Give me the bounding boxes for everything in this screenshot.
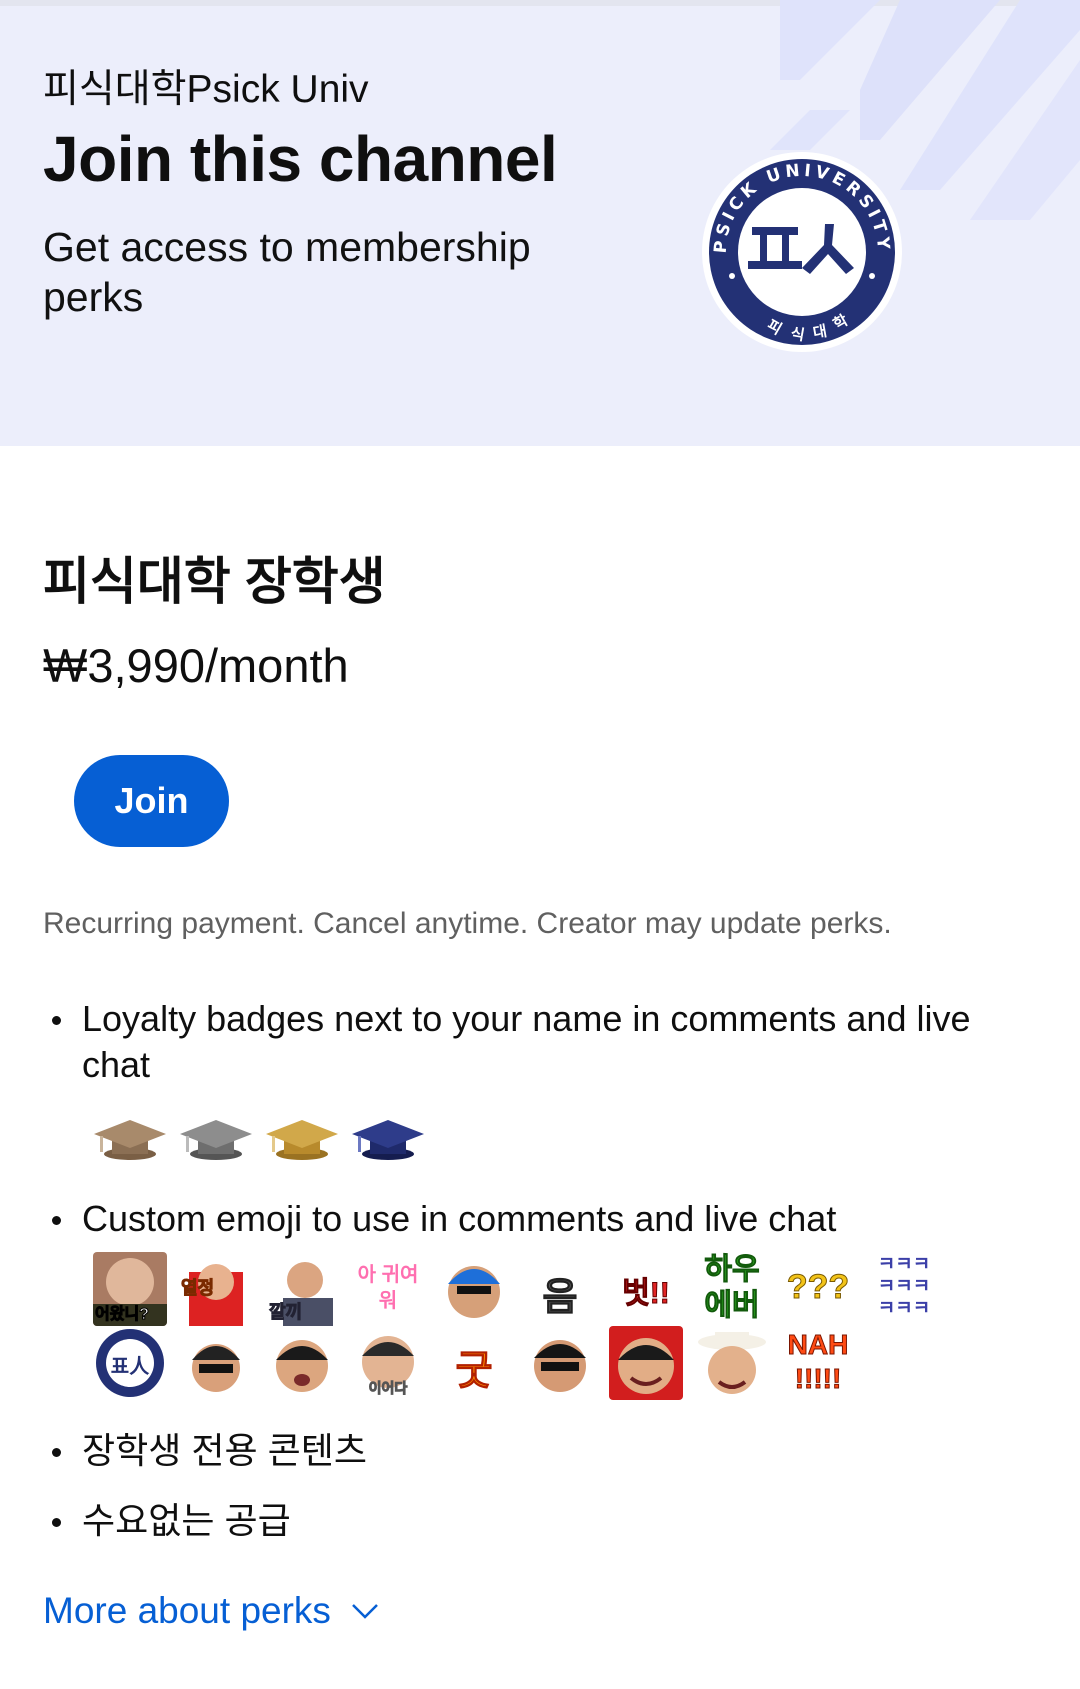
page-title: Join this channel (43, 123, 558, 195)
emoji-label: 하우 에버 (704, 1253, 760, 1323)
emoji-face (265, 1326, 339, 1400)
emoji-logo: 표人 (93, 1326, 167, 1400)
emoji-label: 어왔니? (95, 1306, 150, 1324)
emoji-face: 깔끼 (265, 1252, 339, 1326)
emoji-label: 음 (542, 1277, 578, 1320)
navy-graduation-cap-icon (352, 1120, 424, 1160)
bullet (52, 1518, 61, 1527)
emoji-label: 아 귀여워 (357, 1264, 419, 1312)
emoji-text: ㅋㅋㅋ ㅋㅋㅋ ㅋㅋㅋ (867, 1252, 941, 1326)
channel-logo: PSICK UNIVERSITY 피 식 대 학 (702, 152, 902, 352)
brown-graduation-cap-icon (94, 1120, 166, 1160)
page-subtitle: Get access to membership perks (43, 224, 531, 320)
bullet (52, 1016, 61, 1025)
more-about-perks-label: More about perks (43, 1590, 331, 1631)
gold-graduation-cap-icon (266, 1120, 338, 1160)
emoji-label: 굿 (455, 1349, 493, 1394)
emoji-label: 벗!! (622, 1277, 671, 1311)
more-about-perks-link[interactable]: More about perks (43, 1590, 381, 1632)
perk-text: Loyalty badges next to your name in comm… (82, 998, 971, 1085)
bullet (52, 1216, 61, 1225)
emoji-label: 표人 (110, 1356, 150, 1378)
emoji-label: 깔끼 (268, 1302, 303, 1323)
emoji-face: 열정 (179, 1252, 253, 1326)
tier-name: 피식대학 장학생 (43, 553, 386, 610)
gray-graduation-cap-icon (180, 1120, 252, 1160)
emoji-label: ??? (786, 1268, 850, 1307)
join-button[interactable]: Join (74, 755, 229, 847)
emoji-face: 이어다 (351, 1326, 425, 1400)
channel-name: 피식대학Psick Univ (43, 68, 369, 111)
emoji-label: 이어다 (368, 1380, 408, 1397)
emoji-face (179, 1326, 253, 1400)
emoji-text: 벗!! (609, 1252, 683, 1326)
payment-disclaimer: Recurring payment. Cancel anytime. Creat… (43, 907, 892, 940)
emoji-text: ??? (781, 1252, 855, 1326)
perk-text: 장학생 전용 콘텐츠 (82, 1430, 367, 1471)
emoji-face (695, 1326, 769, 1400)
chevron-down-icon (352, 1604, 378, 1619)
emoji-face (609, 1326, 683, 1400)
channel-header: 피식대학Psick Univ Join this channel Get acc… (0, 0, 1080, 446)
emoji-face: 어왔니? (93, 1252, 167, 1326)
emoji-text: NAH !!!!! (781, 1326, 855, 1400)
perk-text: 수요없는 공급 (82, 1500, 291, 1541)
emoji-text: 아 귀여워 (351, 1252, 425, 1326)
bullet (52, 1448, 61, 1457)
perk-text: Custom emoji to use in comments and live… (82, 1198, 837, 1239)
emoji-label: ㅋㅋㅋ ㅋㅋㅋ ㅋㅋㅋ (877, 1254, 931, 1319)
emoji-text: 음 (523, 1252, 597, 1326)
tier-price: ₩3,990/month (43, 639, 349, 692)
emoji-label: 열정 (180, 1278, 215, 1299)
emoji-face (437, 1252, 511, 1326)
emoji-label: NAH !!!!! (787, 1329, 849, 1395)
emoji-text: 하우 에버 (695, 1252, 769, 1326)
emoji-text: 굿 (437, 1326, 511, 1400)
emoji-face (523, 1326, 597, 1400)
